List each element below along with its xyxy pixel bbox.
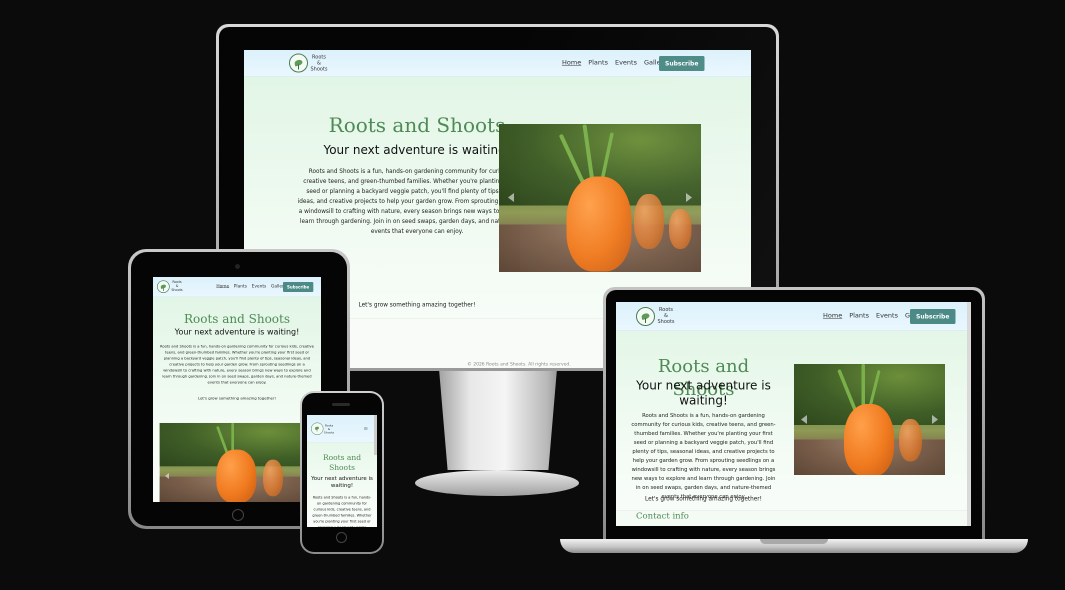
phone-site: Roots & Shoots Roots and Shoots Your next … — [307, 415, 377, 527]
scrollbar[interactable] — [374, 415, 377, 455]
scrollbar[interactable] — [967, 302, 971, 526]
site-header: Roots&Shoots Home Plants Events Gallery … — [153, 277, 321, 297]
laptop-notch — [760, 539, 828, 544]
nav-events[interactable]: Events — [876, 312, 898, 320]
phone-screen: Roots & Shoots Roots and Shoots Your next … — [307, 415, 377, 527]
nav-plants[interactable]: Plants — [588, 59, 608, 67]
image-carousel — [499, 124, 701, 272]
carousel-next-icon[interactable] — [686, 193, 692, 202]
brand-name: Roots & Shoots — [657, 307, 675, 325]
carousel-prev-icon[interactable] — [801, 415, 807, 424]
monitor-stand — [439, 371, 557, 470]
nav-home[interactable]: Home — [216, 284, 229, 289]
logo[interactable] — [636, 307, 655, 326]
subscribe-button[interactable]: Subscribe — [910, 309, 956, 324]
hero-tagline: Let's grow something amazing together! — [198, 395, 276, 401]
hero-title: Roots and Shoots — [183, 312, 291, 326]
image-carousel — [794, 364, 945, 475]
site-header: Roots&Shoots Home Plants Events Gallery … — [244, 50, 751, 77]
logo[interactable] — [289, 53, 308, 73]
tablet-camera — [235, 264, 240, 269]
logo[interactable] — [156, 280, 170, 293]
nav-home[interactable]: Home — [562, 59, 581, 67]
hero-description: Roots and Shoots is a fun, hands-on gard… — [160, 344, 314, 385]
site-header: Roots & Shoots — [307, 415, 377, 443]
main-nav: Home Plants Events Gallery — [562, 59, 667, 67]
hero-subtitle: Your next adventure is waiting! — [174, 327, 300, 337]
menu-icon[interactable] — [364, 427, 368, 430]
main-nav: Home Plants Events Gallery — [216, 284, 286, 289]
laptop-screen: Roots&Shoots Home Plants Events Gallery … — [616, 302, 971, 526]
monitor-base — [415, 470, 579, 496]
laptop-site: Roots&Shoots Home Plants Events Gallery … — [616, 302, 971, 526]
hero-description: Roots and Shoots is a fun, hands-on gard… — [631, 412, 776, 500]
tablet-screen: Roots & Shoots Home Plants Events Gallery … — [153, 277, 321, 502]
subscribe-button[interactable]: Subscribe — [282, 281, 314, 292]
subscribe-button[interactable]: Subscribe — [659, 56, 705, 71]
carousel-prev-icon[interactable] — [164, 472, 169, 479]
carrot-image — [844, 404, 894, 475]
nav-plants[interactable]: Plants — [849, 312, 869, 320]
phone-speaker — [332, 403, 350, 406]
carrot-image — [566, 176, 632, 272]
logo[interactable] — [311, 422, 324, 435]
carrot-image — [216, 449, 257, 502]
carousel-prev-icon[interactable] — [508, 193, 514, 202]
hero-tagline: Let's grow something amazing together! — [645, 495, 762, 502]
carousel-next-icon[interactable] — [932, 415, 938, 424]
nav-home[interactable]: Home — [823, 312, 842, 320]
image-carousel — [159, 422, 315, 502]
hero-subtitle: Your next adventure is waiting! — [311, 475, 373, 489]
contact-heading: Contact info — [636, 511, 689, 521]
brand-name: Roots & Shoots — [171, 280, 183, 292]
brand-name: Roots & Shoots — [310, 54, 328, 73]
brand-name: Roots & Shoots — [323, 423, 335, 435]
tablet-site: Roots & Shoots Home Plants Events Gallery … — [153, 277, 321, 502]
tablet-home-button[interactable] — [232, 509, 244, 521]
site-header: Roots&Shoots Home Plants Events Gallery … — [616, 302, 971, 331]
phone-home-button[interactable] — [336, 532, 347, 543]
hero-title: Roots and Shoots — [322, 453, 362, 472]
nav-plants[interactable]: Plants — [234, 284, 247, 289]
hero-subtitle: Your next adventure is waiting! — [636, 378, 771, 408]
hero-description: Roots and Shoots is a fun, hands-on gard… — [312, 495, 372, 528]
nav-events[interactable]: Events — [252, 284, 267, 289]
nav-events[interactable]: Events — [615, 59, 637, 67]
